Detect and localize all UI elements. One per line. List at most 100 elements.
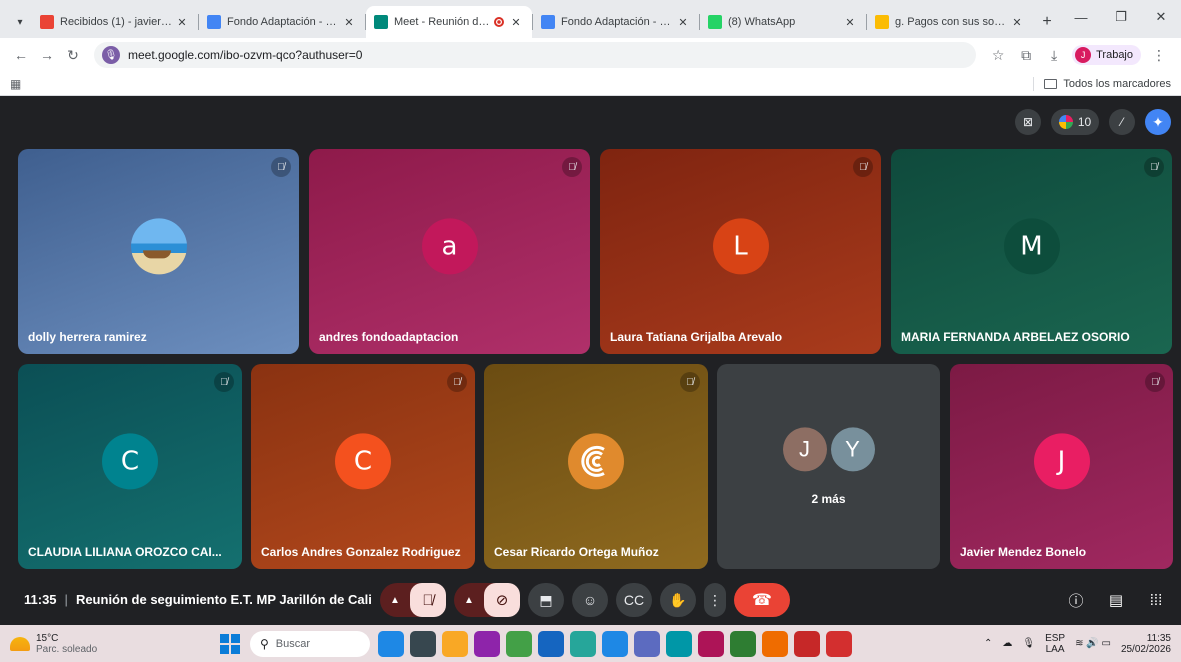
activities-icon[interactable]: ⁞⁞⁞ <box>1143 587 1169 613</box>
more-participants-tile[interactable]: JY 2 más <box>717 364 940 569</box>
tab-search-button[interactable]: ▾ <box>8 6 32 38</box>
extensions-icon[interactable]: ⧉ <box>1012 42 1040 68</box>
more-options-icon[interactable]: ⋮ <box>704 583 726 617</box>
participant-name: MARIA FERNANDA ARBELAEZ OSORIO <box>901 330 1130 344</box>
drive-icon <box>875 15 889 29</box>
browser-tab[interactable]: Recibidos (1) - javiermend✕ <box>32 6 198 38</box>
taskbar-search[interactable]: ⚲ Buscar <box>250 630 370 657</box>
forward-icon[interactable]: → <box>34 42 60 68</box>
emoji-reaction-icon[interactable]: ☺ <box>572 583 608 617</box>
windows-start-icon[interactable] <box>220 633 240 654</box>
taskview-icon[interactable] <box>410 630 436 657</box>
mic-off-icon[interactable]: 🎙̸ <box>410 583 446 617</box>
wifi-volume-battery-icon[interactable]: ≋ 🔊 ▭ <box>1075 638 1111 649</box>
browser-tab[interactable]: Fondo Adaptación - Calen✕ <box>199 6 365 38</box>
site-info-icon[interactable]: 🎙 <box>102 46 120 64</box>
address-bar[interactable]: 🎙 meet.google.com/ibo-ozvm-qco?authuser=… <box>94 42 977 68</box>
leave-call-icon[interactable]: ☎ <box>734 583 790 617</box>
apps-grid-icon[interactable]: ▦ <box>10 77 21 91</box>
calendar-icon[interactable] <box>602 630 628 657</box>
firefox-icon[interactable] <box>762 630 788 657</box>
participant-name: Javier Mendez Bonelo <box>960 545 1087 559</box>
weather-widget[interactable]: 15°C Parc. soleado <box>0 633 220 655</box>
present-screen-icon[interactable]: ⬒ <box>528 583 564 617</box>
url-text[interactable]: meet.google.com/ibo-ozvm-qco?authuser=0 <box>128 48 362 62</box>
close-tab-icon[interactable]: ✕ <box>675 16 691 29</box>
recording-icon <box>494 17 504 27</box>
participant-tile[interactable]: 🎙̸ L Laura Tatiana Grijalba Arevalo <box>600 149 881 354</box>
close-tab-icon[interactable]: ✕ <box>842 16 858 29</box>
tray-overflow-icon[interactable]: ⌃ <box>984 638 992 649</box>
close-tab-icon[interactable]: ✕ <box>1009 16 1025 29</box>
participant-tile[interactable]: 🎙̸ a andres fondoadaptacion <box>309 149 590 354</box>
bookmark-star-icon[interactable]: ☆ <box>984 42 1012 68</box>
chat-icon[interactable]: ▤ <box>1103 587 1129 613</box>
acrobat-icon[interactable] <box>826 630 852 657</box>
bookmarks-divider <box>1033 76 1035 91</box>
copilot2-icon[interactable] <box>570 630 596 657</box>
participant-tile[interactable]: 🎙̸ C Carlos Andres Gonzalez Rodriguez <box>251 364 475 569</box>
raise-hand-icon[interactable]: ✋ <box>660 583 696 617</box>
chrome-profile-icon[interactable] <box>794 630 820 657</box>
cloud-icon[interactable]: ☁ <box>1002 638 1012 649</box>
mail-icon[interactable] <box>538 630 564 657</box>
weather-desc: Parc. soleado <box>36 643 98 655</box>
meeting-info-divider: | <box>64 592 68 607</box>
all-bookmarks-link[interactable]: Todos los marcadores <box>1063 78 1171 90</box>
muted-mic-icon: 🎙̸ <box>1145 372 1165 392</box>
camera-off-icon[interactable]: ⊘ <box>484 583 520 617</box>
restore-icon[interactable]: ❐ <box>1101 0 1141 34</box>
browser-tab[interactable]: Meet - Reunión de seg ✕ <box>366 6 532 38</box>
browser-tab[interactable]: g. Pagos con sus soportes✕ <box>867 6 1033 38</box>
language-indicator[interactable]: ESP LAA <box>1045 633 1065 655</box>
browser-tab[interactable]: Fondo Adaptación - Calen✕ <box>533 6 699 38</box>
audio-options-icon[interactable]: ▲ <box>380 583 410 617</box>
chrome-icon[interactable] <box>506 630 532 657</box>
new-tab-button[interactable]: + <box>1033 6 1061 38</box>
participant-name: CLAUDIA LILIANA OROZCO CAI... <box>28 545 222 559</box>
meeting-details-icon[interactable]: ⓘ <box>1063 587 1089 613</box>
more-label: 2 más <box>811 492 846 506</box>
participant-avatar: J <box>1033 432 1090 489</box>
participant-tile[interactable]: 🎙̸ C CLAUDIA LILIANA OROZCO CAI... <box>18 364 242 569</box>
clock-time: 11:35 <box>1146 632 1171 644</box>
meet-top-controls: ⊠ 10 ⁄ ✦ <box>1015 109 1171 135</box>
minimize-icon[interactable]: — <box>1061 0 1101 34</box>
taskbar-clock[interactable]: 11:35 25/02/2026 <box>1121 633 1171 655</box>
side-controls: ⓘ ▤ ⁞⁞⁞ <box>1063 587 1169 613</box>
profile-button[interactable]: J Trabajo <box>1072 45 1141 65</box>
close-tab-icon[interactable]: ✕ <box>341 16 357 29</box>
window-controls: — ❐ ✕ <box>1061 0 1181 34</box>
tab-title: (8) WhatsApp <box>728 16 796 28</box>
close-tab-icon[interactable]: ✕ <box>508 16 524 29</box>
close-window-icon[interactable]: ✕ <box>1141 0 1181 34</box>
back-icon[interactable]: ← <box>8 42 34 68</box>
participant-tile[interactable]: 🎙̸ Cesar Ricardo Ortega Muñoz <box>484 364 708 569</box>
mic-tray-icon[interactable]: 🎙 <box>1022 638 1035 649</box>
participant-avatar: J <box>782 426 827 471</box>
reload-icon[interactable]: ↻ <box>60 42 86 68</box>
edge-icon[interactable] <box>666 630 692 657</box>
photos-icon[interactable] <box>474 630 500 657</box>
captions-icon[interactable]: CC <box>616 583 652 617</box>
participant-count: 10 <box>1077 115 1092 129</box>
store-icon[interactable] <box>698 630 724 657</box>
participant-tile[interactable]: 🎙̸ M MARIA FERNANDA ARBELAEZ OSORIO <box>891 149 1172 354</box>
explorer-icon[interactable] <box>442 630 468 657</box>
teams-icon[interactable] <box>634 630 660 657</box>
participants-button[interactable]: 10 <box>1051 109 1099 135</box>
more-avatars: JY <box>782 426 875 471</box>
participant-tile[interactable]: 🎙̸ J Javier Mendez Bonelo <box>950 364 1173 569</box>
close-tab-icon[interactable]: ✕ <box>174 16 190 29</box>
gemini-icon[interactable]: ✦ <box>1145 109 1171 135</box>
call-controls: ▲ 🎙̸ ▲ ⊘ ⬒ ☺ CC ✋ ⋮ ☎ <box>380 583 790 617</box>
copilot-icon[interactable] <box>378 630 404 657</box>
video-options-icon[interactable]: ▲ <box>454 583 484 617</box>
participant-tile[interactable]: 🎙̸ dolly herrera ramirez <box>18 149 299 354</box>
browser-menu-icon[interactable]: ⋮ <box>1145 42 1173 68</box>
excel-icon[interactable] <box>730 630 756 657</box>
hide-self-view-icon[interactable]: ⊠ <box>1015 109 1041 135</box>
download-icon[interactable]: ⤓ <box>1040 42 1068 68</box>
effects-wand-icon[interactable]: ⁄ <box>1109 109 1135 135</box>
browser-tab[interactable]: (8) WhatsApp ✕ <box>700 6 866 38</box>
